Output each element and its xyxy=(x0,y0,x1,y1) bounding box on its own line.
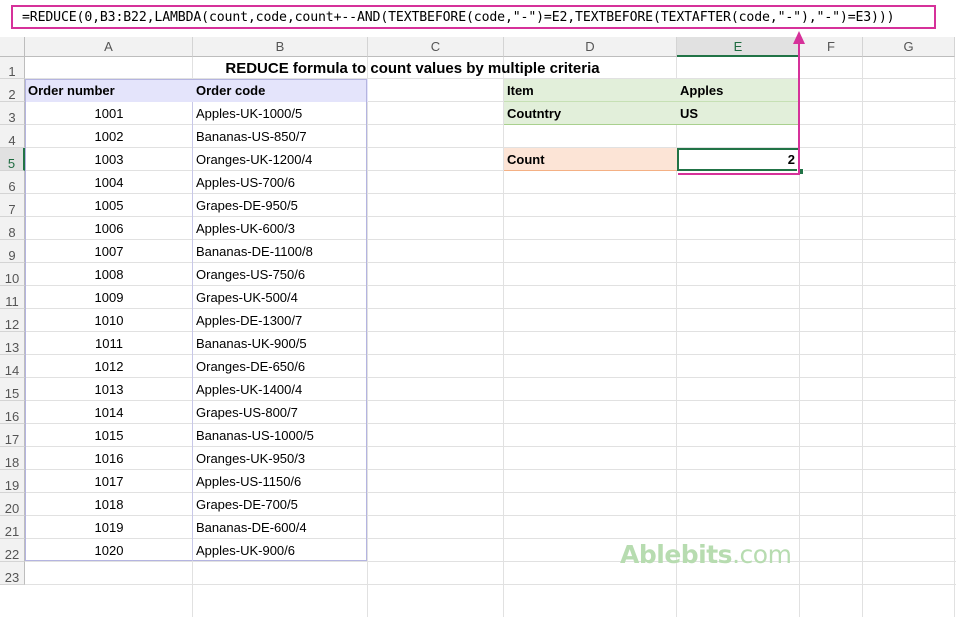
order-number-cell[interactable]: 1017 xyxy=(25,470,193,493)
order-code-cell[interactable]: Apples-US-700/6 xyxy=(193,171,368,194)
row-header-16[interactable]: 16 xyxy=(0,401,25,424)
header-order-number[interactable]: Order number xyxy=(25,79,193,102)
row-header-20[interactable]: 20 xyxy=(0,493,25,516)
order-number-cell[interactable]: 1014 xyxy=(25,401,193,424)
country-value-cell[interactable]: US xyxy=(677,102,800,125)
order-number-cell[interactable]: 1008 xyxy=(25,263,193,286)
row-header-5[interactable]: 5 xyxy=(0,148,25,171)
count-label-cell[interactable]: Count xyxy=(504,148,677,171)
order-number-cell[interactable]: 1004 xyxy=(25,171,193,194)
order-number-cell[interactable]: 1006 xyxy=(25,217,193,240)
column-gridline xyxy=(503,57,504,617)
order-number-cell[interactable]: 1019 xyxy=(25,516,193,539)
row-header-15[interactable]: 15 xyxy=(0,378,25,401)
order-number-cell[interactable]: 1002 xyxy=(25,125,193,148)
order-code-cell[interactable]: Apples-US-1150/6 xyxy=(193,470,368,493)
order-code-cell[interactable]: Bananas-US-1000/5 xyxy=(193,424,368,447)
order-code-cell[interactable]: Grapes-US-800/7 xyxy=(193,401,368,424)
order-number-cell[interactable]: 1015 xyxy=(25,424,193,447)
order-code-cell[interactable]: Apples-UK-1000/5 xyxy=(193,102,368,125)
row-header-4[interactable]: 4 xyxy=(0,125,25,148)
column-header-f[interactable]: F xyxy=(800,37,863,57)
row-header-1[interactable]: 1 xyxy=(0,57,25,79)
order-code-cell[interactable]: Apples-UK-900/6 xyxy=(193,539,368,562)
country-label-cell[interactable]: Coutntry xyxy=(504,102,677,125)
column-header-e[interactable]: E xyxy=(677,37,800,57)
order-code-cell[interactable]: Grapes-DE-700/5 xyxy=(193,493,368,516)
row-gridline xyxy=(25,584,956,585)
row-header-7[interactable]: 7 xyxy=(0,194,25,217)
order-number-cell[interactable]: 1013 xyxy=(25,378,193,401)
formula-text: =REDUCE(0,B3:B22,LAMBDA(count,code,count… xyxy=(22,9,895,25)
column-header-g[interactable]: G xyxy=(863,37,955,57)
order-number-cell[interactable]: 1012 xyxy=(25,355,193,378)
row-header-23[interactable]: 23 xyxy=(0,562,25,585)
row-header-10[interactable]: 10 xyxy=(0,263,25,286)
column-header-d[interactable]: D xyxy=(504,37,677,57)
order-code-cell[interactable]: Bananas-DE-600/4 xyxy=(193,516,368,539)
select-all-corner[interactable] xyxy=(0,37,25,57)
column-header-b[interactable]: B xyxy=(193,37,368,57)
column-header-c[interactable]: C xyxy=(368,37,504,57)
row-header-12[interactable]: 12 xyxy=(0,309,25,332)
order-code-cell[interactable]: Apples-UK-600/3 xyxy=(193,217,368,240)
item-label-cell[interactable]: Item xyxy=(504,79,677,102)
order-number-cell[interactable]: 1003 xyxy=(25,148,193,171)
order-code-cell[interactable]: Bananas-UK-900/5 xyxy=(193,332,368,355)
order-number-cell[interactable]: 1010 xyxy=(25,309,193,332)
order-number-cell[interactable]: 1020 xyxy=(25,539,193,562)
order-code-cell[interactable]: Oranges-UK-950/3 xyxy=(193,447,368,470)
order-code-cell[interactable]: Oranges-UK-1200/4 xyxy=(193,148,368,171)
row-header-13[interactable]: 13 xyxy=(0,332,25,355)
column-gridline xyxy=(954,57,955,617)
formula-bar[interactable]: =REDUCE(0,B3:B22,LAMBDA(count,code,count… xyxy=(11,5,936,29)
row-header-9[interactable]: 9 xyxy=(0,240,25,263)
order-number-cell[interactable]: 1016 xyxy=(25,447,193,470)
spreadsheet-grid[interactable]: A B C D E F G 1 2 3 4 5 6 7 8 9 10 11 12 13 14 15 16 17 18 19 20 21… xyxy=(0,37,956,617)
header-order-code[interactable]: Order code xyxy=(193,79,368,102)
ablebits-watermark: Ablebits.com xyxy=(620,540,792,569)
order-code-cell[interactable]: Apples-DE-1300/7 xyxy=(193,309,368,332)
order-number-cell[interactable]: 1009 xyxy=(25,286,193,309)
column-gridline xyxy=(862,57,863,617)
order-code-cell[interactable]: Oranges-US-750/6 xyxy=(193,263,368,286)
order-number-cell[interactable]: 1005 xyxy=(25,194,193,217)
column-header-a[interactable]: A xyxy=(25,37,193,57)
order-code-cell[interactable]: Apples-UK-1400/4 xyxy=(193,378,368,401)
row-header-2[interactable]: 2 xyxy=(0,79,25,102)
order-code-cell[interactable]: Oranges-DE-650/6 xyxy=(193,355,368,378)
row-header-19[interactable]: 19 xyxy=(0,470,25,493)
row-header-14[interactable]: 14 xyxy=(0,355,25,378)
order-number-cell[interactable]: 1007 xyxy=(25,240,193,263)
row-header-3[interactable]: 3 xyxy=(0,102,25,125)
row-header-22[interactable]: 22 xyxy=(0,539,25,562)
order-number-cell[interactable]: 1001 xyxy=(25,102,193,125)
row-header-8[interactable]: 8 xyxy=(0,217,25,240)
row-header-17[interactable]: 17 xyxy=(0,424,25,447)
table-column-divider xyxy=(192,102,193,561)
order-code-cell[interactable]: Bananas-DE-1100/8 xyxy=(193,240,368,263)
order-code-cell[interactable]: Bananas-US-850/7 xyxy=(193,125,368,148)
order-number-cell[interactable]: 1011 xyxy=(25,332,193,355)
order-number-cell[interactable]: 1018 xyxy=(25,493,193,516)
column-gridline xyxy=(799,57,800,617)
column-gridline xyxy=(676,57,677,617)
fill-handle[interactable] xyxy=(797,168,804,175)
item-value-cell[interactable]: Apples xyxy=(677,79,800,102)
row-header-21[interactable]: 21 xyxy=(0,516,25,539)
row-header-6[interactable]: 6 xyxy=(0,171,25,194)
order-code-cell[interactable]: Grapes-DE-950/5 xyxy=(193,194,368,217)
row-header-18[interactable]: 18 xyxy=(0,447,25,470)
count-result-cell[interactable]: 2 xyxy=(677,148,800,171)
row-header-11[interactable]: 11 xyxy=(0,286,25,309)
criteria-divider xyxy=(504,101,800,102)
sheet-title[interactable]: REDUCE formula to count values by multip… xyxy=(25,57,800,79)
order-code-cell[interactable]: Grapes-UK-500/4 xyxy=(193,286,368,309)
